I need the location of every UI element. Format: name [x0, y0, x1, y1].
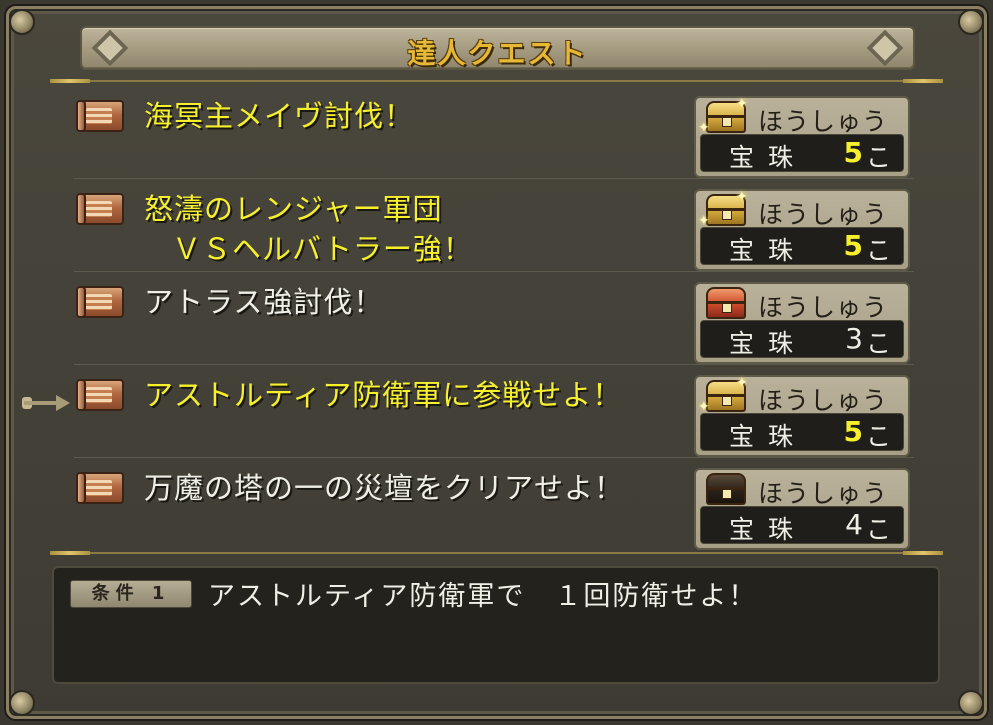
item-count: 3 [845, 322, 863, 355]
reward-box: ほうしゅう 宝珠 4 こ [694, 468, 910, 550]
item-name: 宝珠 [729, 329, 808, 358]
item-count: 5 [843, 415, 863, 448]
item-count: 5 [843, 229, 863, 262]
item-unit: こ [865, 329, 891, 358]
divider-ornament [903, 79, 943, 83]
item-name: 宝珠 [729, 422, 808, 451]
quest-scroll-icon [76, 379, 124, 411]
corner-ornament [9, 9, 35, 35]
reward-item: 宝珠 5 こ [700, 413, 904, 451]
reward-item: 宝珠 5 こ [700, 134, 904, 172]
condition-panel: 条件 1 アストルティア防衛軍で １回防衛せよ！ [52, 566, 940, 684]
item-name: 宝珠 [729, 143, 808, 172]
corner-ornament [958, 690, 984, 716]
reward-box: ✦ ✦ ほうしゅう 宝珠 5 こ [694, 96, 910, 178]
condition-badge: 条件 1 [70, 580, 192, 608]
corner-ornament [958, 9, 984, 35]
title-bar: 達人クエスト [80, 26, 915, 70]
quest-scroll-icon [76, 472, 124, 504]
quest-title: アストルティア防衛軍に参戦せよ！ [144, 378, 623, 412]
selection-cursor-icon [22, 395, 72, 411]
reward-label: ほうしゅう [758, 479, 889, 508]
reward-item: 宝珠 5 こ [700, 227, 904, 265]
reward-label: ほうしゅう [758, 386, 889, 415]
reward-box: ✦ ✦ ほうしゅう 宝珠 5 こ [694, 375, 910, 457]
quest-title: 万魔の塔の一の災壇をクリアせよ！ [144, 471, 625, 505]
quest-row-3[interactable]: アストルティア防衛軍に参戦せよ！ ✦ ✦ ほうしゅう 宝珠 5 こ [74, 367, 914, 458]
reward-label: ほうしゅう [758, 200, 889, 229]
quest-scroll-icon [76, 193, 124, 225]
item-count: 5 [843, 136, 863, 169]
quest-title: 怒濤のレンジャー軍団 ＶＳヘルバトラー強！ [144, 192, 473, 266]
item-count: 4 [845, 508, 863, 541]
quest-row-1[interactable]: 怒濤のレンジャー軍団 ＶＳヘルバトラー強！ ✦ ✦ ほうしゅう 宝珠 5 こ [74, 181, 914, 272]
condition-text: アストルティア防衛軍で １回防衛せよ！ [208, 581, 758, 612]
divider-ornament [50, 551, 90, 555]
item-unit: こ [865, 422, 891, 451]
quest-scroll-icon [76, 286, 124, 318]
quest-row-4[interactable]: 万魔の塔の一の災壇をクリアせよ！ ほうしゅう 宝珠 4 こ [74, 460, 914, 550]
reward-box: ほうしゅう 宝珠 3 こ [694, 282, 910, 364]
corner-ornament [9, 690, 35, 716]
quest-row-2[interactable]: アトラス強討伐！ ほうしゅう 宝珠 3 こ [74, 274, 914, 365]
reward-item: 宝珠 3 こ [700, 320, 904, 358]
divider-ornament [50, 79, 90, 83]
item-unit: こ [865, 143, 891, 172]
quest-scroll-icon [76, 100, 124, 132]
item-unit: こ [865, 515, 891, 544]
reward-box: ✦ ✦ ほうしゅう 宝珠 5 こ [694, 189, 910, 271]
reward-label: ほうしゅう [758, 107, 889, 136]
item-name: 宝珠 [729, 515, 808, 544]
divider-ornament [903, 551, 943, 555]
window-title: 達人クエスト [407, 37, 588, 70]
next-page-icon[interactable] [863, 26, 907, 70]
reward-item: 宝珠 4 こ [700, 506, 904, 544]
quest-title: 海冥主メイヴ討伐！ [144, 99, 415, 133]
item-name: 宝珠 [729, 236, 808, 265]
red-chest-icon [706, 287, 746, 319]
quest-row-0[interactable]: 海冥主メイヴ討伐！ ✦ ✦ ほうしゅう 宝珠 5 こ [74, 88, 914, 179]
reward-label: ほうしゅう [758, 293, 889, 322]
item-unit: こ [865, 236, 891, 265]
quest-title: アトラス強討伐！ [144, 285, 384, 319]
black-chest-icon [706, 473, 746, 505]
